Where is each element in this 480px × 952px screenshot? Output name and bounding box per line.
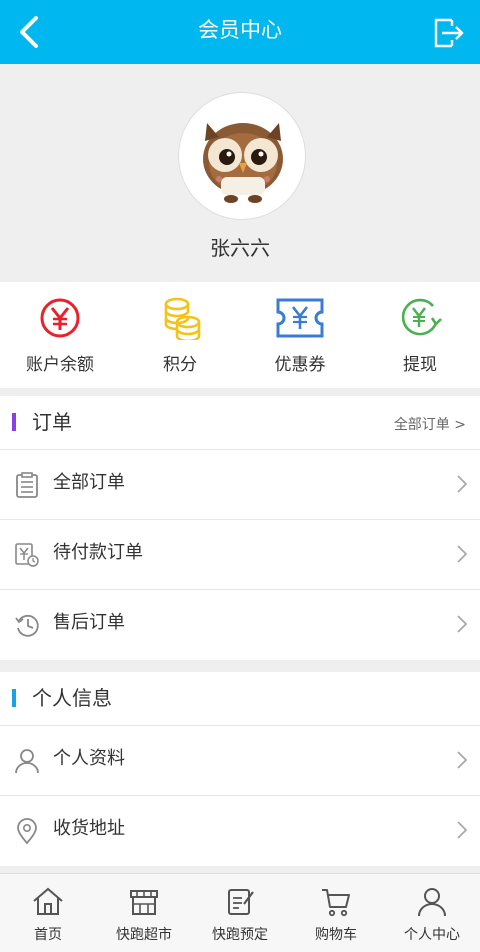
cart-icon — [322, 889, 350, 917]
points-label: 积分 — [163, 355, 197, 375]
shipping-address-label: 收货地址 — [53, 818, 125, 839]
all-orders-row[interactable]: 全部订单 — [0, 450, 480, 520]
reserve-icon — [228, 889, 254, 915]
bottom-tab-bar: 首页 快跑超市 快跑预定 购物车 个人中心 — [0, 873, 480, 952]
top-bar: 会员中心 — [0, 0, 480, 64]
page-title: 会员中心 — [198, 18, 282, 42]
profile-details-row[interactable]: 个人资料 — [0, 726, 480, 796]
points-button[interactable]: 积分 — [120, 282, 240, 388]
coupon-button[interactable]: 优惠券 — [240, 282, 360, 388]
tab-home-label: 首页 — [34, 927, 62, 943]
tab-supermarket-label: 快跑超市 — [116, 927, 172, 943]
after-sale-label: 售后订单 — [53, 612, 125, 633]
tab-cart-label: 购物车 — [315, 927, 357, 943]
account-balance-button[interactable]: 账户余额 — [0, 282, 120, 388]
orders-section: 订单 全部订单 > 全部订单 待付款订单 售后订单 — [0, 396, 480, 660]
chevron-right-icon — [457, 751, 468, 769]
orders-header: 订单 全部订单 > — [0, 396, 480, 450]
account-balance-label: 账户余额 — [26, 355, 94, 375]
profile-details-label: 个人资料 — [53, 748, 125, 769]
yuan-circle-icon — [40, 298, 80, 338]
tab-cart[interactable]: 购物车 — [288, 874, 384, 952]
location-icon — [17, 818, 37, 844]
coins-icon — [164, 297, 201, 340]
personal-info-header: 个人信息 — [0, 672, 480, 726]
chevron-right-icon — [457, 615, 468, 633]
pending-payment-icon — [15, 543, 39, 567]
all-orders-label: 全部订单 — [53, 472, 125, 493]
tab-reserve-label: 快跑预定 — [212, 927, 268, 943]
user-icon — [15, 749, 39, 774]
tab-profile[interactable]: 个人中心 — [384, 874, 480, 952]
orders-title: 订单 — [32, 410, 72, 434]
shipping-address-row[interactable]: 收货地址 — [0, 796, 480, 866]
withdraw-label: 提现 — [403, 355, 437, 375]
tab-reserve[interactable]: 快跑预定 — [192, 874, 288, 952]
profile-section: 张六六 — [0, 64, 480, 282]
pending-payment-label: 待付款订单 — [53, 542, 143, 563]
coupon-label: 优惠券 — [274, 355, 326, 375]
all-orders-link[interactable]: 全部订单 > — [394, 396, 466, 454]
avatar[interactable] — [178, 92, 306, 220]
chevron-right-icon — [457, 475, 468, 493]
tab-home[interactable]: 首页 — [0, 874, 96, 952]
after-sale-row[interactable]: 售后订单 — [0, 590, 480, 660]
logout-icon[interactable] — [430, 14, 466, 50]
personal-info-section: 个人信息 个人资料 收货地址 — [0, 672, 480, 866]
withdraw-button[interactable]: 提现 — [360, 282, 480, 388]
tab-supermarket[interactable]: 快跑超市 — [96, 874, 192, 952]
after-sale-icon — [15, 614, 39, 637]
profile-icon — [418, 888, 446, 917]
coupon-icon — [276, 298, 324, 338]
chevron-right-icon — [457, 821, 468, 839]
store-icon — [130, 890, 158, 915]
personal-info-title: 个人信息 — [32, 686, 112, 710]
orders-accent-bar — [12, 413, 16, 431]
withdraw-icon — [401, 298, 442, 336]
personal-accent-bar — [12, 689, 16, 707]
quick-actions: 账户余额 积分 优惠券 提现 — [0, 282, 480, 388]
tab-profile-label: 个人中心 — [404, 927, 460, 943]
owl-avatar-icon — [203, 123, 283, 203]
home-icon — [33, 887, 63, 915]
pending-payment-row[interactable]: 待付款订单 — [0, 520, 480, 590]
user-name: 张六六 — [210, 236, 270, 260]
clipboard-icon — [16, 472, 38, 498]
chevron-right-icon — [457, 545, 468, 563]
